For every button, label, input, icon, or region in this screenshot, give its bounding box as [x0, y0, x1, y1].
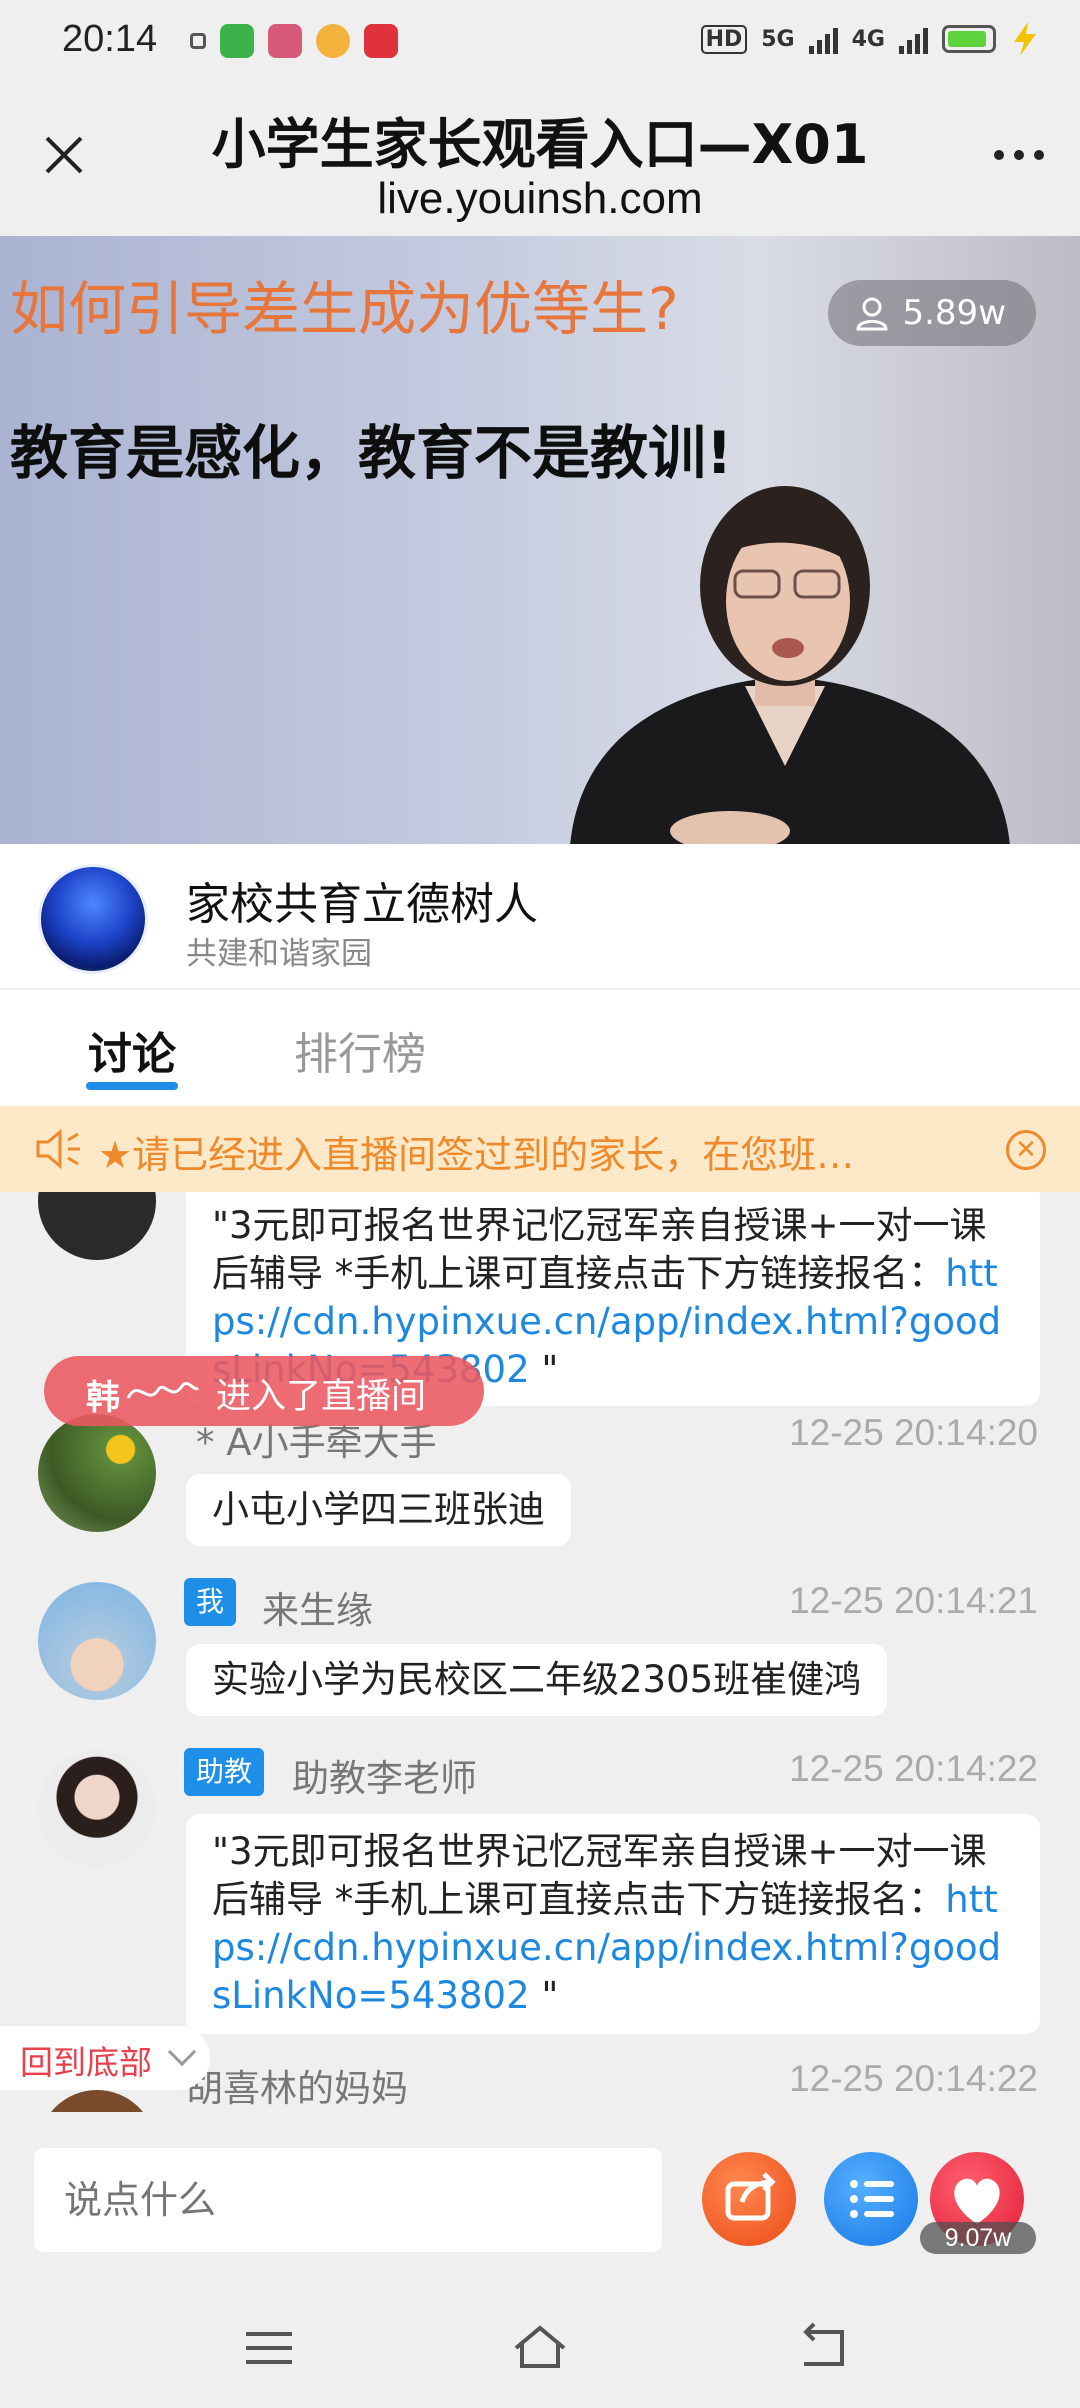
home-icon[interactable] — [510, 2322, 570, 2372]
viewer-count: 5.89w — [902, 293, 1006, 333]
viewer-count-badge: 5.89w — [828, 280, 1036, 346]
host-subtitle: 共建和谐家园 — [186, 936, 372, 972]
assistant-badge: 助教 — [184, 1748, 265, 1796]
chat-username: 来生缘 — [262, 1589, 373, 1632]
tab-discussion[interactable]: 讨论 — [88, 1018, 176, 1082]
chat-bubble: 实验小学为民校区二年级2305班崔健鸿 — [186, 1644, 888, 1716]
host-info[interactable]: 家校共育立德树人 共建和谐家园 — [0, 844, 1080, 990]
share-button[interactable] — [702, 2152, 796, 2246]
network-5g-label: 5G — [761, 26, 795, 52]
share-icon — [725, 2172, 776, 2221]
message-text: "3元即可报名世界记忆冠军亲自授课+一对一课后辅导 *手机上课可直接点击下方链接… — [212, 1204, 987, 1295]
user-avatar[interactable] — [38, 2090, 156, 2112]
app-notification-icon — [220, 24, 254, 58]
signal-icon — [808, 24, 838, 54]
comment-input[interactable] — [34, 2148, 662, 2252]
page-url: live.youinsh.com — [377, 174, 703, 223]
assistant-avatar[interactable] — [38, 1750, 156, 1868]
app-notification-icon — [364, 24, 398, 58]
back-icon[interactable] — [798, 2322, 854, 2372]
tab-ranking[interactable]: 排行榜 — [294, 1018, 426, 1082]
host-avatar[interactable] — [38, 864, 148, 974]
list-icon — [850, 2180, 894, 2218]
network-4g-label: 4G — [851, 26, 885, 52]
notification-icon — [190, 33, 206, 49]
chat-timestamp: 12-25 20:14:22 — [789, 1748, 1038, 1789]
user-avatar[interactable] — [38, 1414, 156, 1532]
chat-timestamp: 12-25 20:14:20 — [789, 1412, 1038, 1453]
chat-bubble: "3元即可报名世界记忆冠军亲自授课+一对一课后辅导 *手机上课可直接点击下方链接… — [186, 1814, 1040, 2034]
tab-bar: 讨论 排行榜 — [0, 990, 1080, 1106]
joined-user-name: 韩 — [86, 1378, 120, 1418]
joined-user-signature-icon — [126, 1382, 200, 1399]
message-text-suffix: " — [529, 1974, 559, 2017]
system-nav-bar — [0, 2292, 1080, 2408]
live-video-player[interactable]: 如何引导差生成为优等生? 教育是感化，教育不是教训! 5.89w — [0, 236, 1080, 844]
menu-icon[interactable] — [244, 2328, 294, 2368]
host-name: 家校共育立德树人 — [186, 879, 538, 930]
app-notification-icon — [316, 24, 350, 58]
battery-icon — [942, 25, 996, 53]
signal-icon — [899, 24, 928, 54]
active-tab-indicator — [86, 1082, 178, 1090]
announcement-text: ★请已经进入直播间签过到的家长，在您班… — [98, 1133, 855, 1177]
joined-text: 进入了直播间 — [216, 1377, 427, 1417]
user-joined-toast: 韩 进入了直播间 — [44, 1356, 484, 1426]
message-text: "3元即可报名世界记忆冠军亲自授课+一对一课后辅导 *手机上课可直接点击下方链接… — [212, 1830, 987, 1921]
scroll-to-bottom-label: 回到底部 — [20, 2043, 152, 2082]
page-title: 小学生家长观看入口—X01 — [211, 113, 869, 176]
video-headline: 如何引导差生成为优等生? — [10, 275, 679, 343]
user-avatar[interactable] — [38, 1582, 156, 1700]
chat-timestamp: 12-25 20:14:21 — [789, 1580, 1038, 1621]
chat-timestamp: 12-25 20:14:22 — [789, 2058, 1038, 2099]
close-announcement-icon[interactable]: ✕ — [1006, 1130, 1046, 1170]
title-bar: 小学生家长观看入口—X01 live.youinsh.com — [0, 86, 1080, 236]
scroll-to-bottom-button[interactable]: 回到底部 — [0, 2026, 210, 2090]
chat-list[interactable]: "3元即可报名世界记忆冠军亲自授课+一对一课后辅导 *手机上课可直接点击下方链接… — [0, 1192, 1080, 2112]
status-indicators: HD 5G 4G — [700, 22, 1040, 56]
presenter-figure — [570, 486, 1010, 844]
charging-icon — [1014, 22, 1036, 56]
input-bar: 9.07w — [0, 2112, 1080, 2292]
chat-username: 胡喜林的妈妈 — [186, 2067, 408, 2110]
app-notification-icon — [268, 24, 302, 58]
user-avatar[interactable] — [38, 1192, 156, 1260]
announcement-bar[interactable]: ★请已经进入直播间签过到的家长，在您班… ✕ — [0, 1106, 1080, 1192]
user-icon — [856, 297, 888, 331]
hd-icon: HD — [700, 24, 748, 54]
more-options-button[interactable] — [994, 150, 1044, 160]
status-bar: 20:14 HD 5G 4G — [0, 0, 1080, 86]
menu-list-button[interactable] — [824, 2152, 918, 2246]
speaker-icon — [36, 1128, 80, 1170]
chat-username: 助教李老师 — [292, 1757, 477, 1800]
self-badge: 我 — [184, 1578, 237, 1626]
like-count: 9.07w — [920, 2222, 1036, 2254]
status-app-icons — [190, 24, 398, 58]
status-time: 20:14 — [62, 18, 158, 60]
chat-bubble: 小屯小学四三班张迪 — [186, 1474, 571, 1546]
message-text-suffix: " — [529, 1348, 559, 1391]
chevron-down-icon — [167, 2037, 197, 2067]
